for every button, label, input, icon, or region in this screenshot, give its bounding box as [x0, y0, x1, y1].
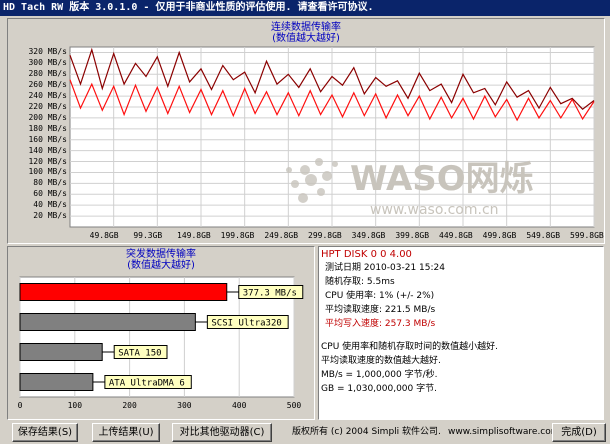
upload-results-button[interactable]: 上传结果(U): [92, 423, 160, 442]
save-results-button[interactable]: 保存结果(S): [12, 423, 78, 442]
burst-bar-label: 377.3 MB/s: [243, 289, 297, 299]
avg-read-speed: 平均读取速度: 221.5 MB/s: [325, 305, 436, 315]
random-access: 随机存取: 5.5ms: [325, 277, 395, 287]
sequential-x-tick: 299.8GB: [308, 231, 342, 240]
burst-bar: [19, 373, 94, 391]
burst-bar: [19, 283, 228, 301]
burst-x-tick: 0: [17, 401, 23, 410]
sequential-chart-panel: 连续数据传输率 (数值越大越好) 320 MB/s 300 MB/s 280 MB/…: [7, 18, 605, 244]
burst-x-tick: 300: [177, 401, 192, 410]
sequential-x-tick: 149.8GB: [177, 231, 211, 240]
burst-x-tick: 200: [122, 401, 137, 410]
sequential-x-tick: 499.8GB: [482, 231, 517, 240]
sequential-x-tick: 199.8GB: [220, 231, 255, 240]
burst-bar-label: ATA UltraDMA 6: [109, 379, 185, 389]
sequential-x-tick: 599.8GB: [570, 231, 604, 240]
note-cpu: CPU 使用率和随机存取时间的数值越小越好.: [321, 342, 499, 352]
done-button[interactable]: 完成(D): [552, 423, 606, 442]
website-link[interactable]: www.simplisoftware.com: [448, 427, 560, 438]
burst-bar: [19, 343, 103, 361]
avg-write-speed: 平均写入速度: 257.3 MB/s: [325, 319, 436, 329]
burst-bar-label: SATA 150: [118, 349, 161, 359]
burst-chart-plot: 377.3 MB/s SCSI Ultra320 SATA 150 ATA Ultra…: [19, 276, 304, 398]
drive-name: HPT DISK 0 0 4.00: [321, 249, 412, 260]
burst-bar-label: SCSI Ultra320: [211, 319, 281, 329]
title-bar: HD Tach RW 版本 3.0.1.0 - 仅用于非商业性质的评估使用. 请…: [0, 0, 610, 16]
sequential-x-tick: 399.8GB: [395, 231, 430, 240]
copyright-text: 版权所有 (c) 2004 Simpli 软件公司.: [292, 427, 441, 437]
note-mbs: MB/s = 1,000,000 字节/秒.: [321, 370, 438, 380]
burst-x-tick: 500: [286, 401, 302, 410]
sequential-x-tick: 349.8GB: [351, 231, 386, 240]
note-read: 平均读取速度的数值越大越好.: [321, 356, 441, 366]
burst-x-tick: 100: [67, 401, 83, 410]
sequential-x-tick: 49.8GB: [89, 231, 119, 240]
sequential-x-tick: 549.8GB: [526, 231, 561, 240]
sequential-chart-plot: [69, 46, 595, 228]
results-info-panel: HPT DISK 0 0 4.00 测试日期 2010-03-21 15:24 …: [318, 246, 604, 420]
burst-chart-panel: 突发数据传输率 (数值越大越好) 377.3 MB/s SCSI Ultra320…: [7, 246, 315, 420]
compare-drives-button[interactable]: 对比其他驱动器(C): [172, 423, 272, 442]
burst-bar: [19, 313, 196, 331]
sequential-x-tick: 99.3GB: [133, 231, 163, 240]
window-title: HD Tach RW 版本 3.0.1.0 - 仅用于非商业性质的评估使用. 请…: [3, 2, 374, 13]
sequential-x-tick: 449.8GB: [439, 231, 473, 240]
burst-x-tick: 400: [231, 401, 247, 410]
sequential-x-tick: 249.8GB: [264, 231, 299, 240]
cpu-usage: CPU 使用率: 1% (+/- 2%): [325, 291, 435, 301]
test-date: 测试日期 2010-03-21 15:24: [325, 263, 445, 273]
note-gb: GB = 1,030,000,000 字节.: [321, 384, 437, 394]
